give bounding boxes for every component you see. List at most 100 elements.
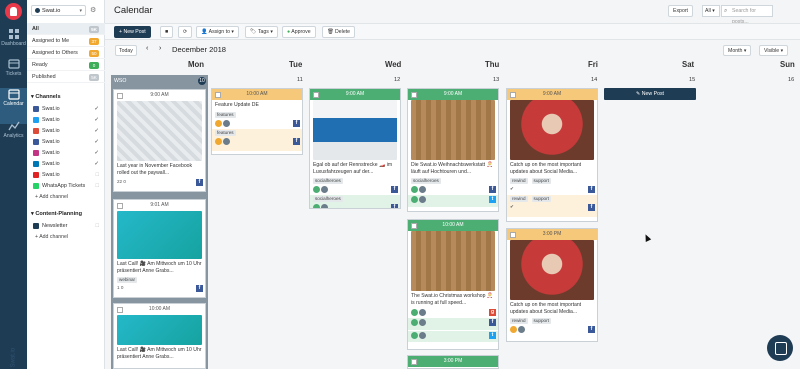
card-checkbox[interactable] bbox=[411, 222, 417, 229]
brand-watermark: Swat.io bbox=[10, 347, 17, 368]
visible-select[interactable]: Visible ▾ bbox=[759, 45, 789, 56]
refresh-button[interactable]: ⟳ bbox=[178, 26, 193, 38]
account-switcher[interactable]: Swat.io ▾ bbox=[31, 5, 86, 16]
card-checkbox[interactable] bbox=[117, 202, 123, 209]
gear-icon[interactable]: ⚙ bbox=[90, 6, 96, 14]
post-tag[interactable]: support bbox=[531, 318, 551, 324]
filter-assigned-to-me[interactable]: Assigned to Me 37 bbox=[27, 35, 105, 47]
checkmark-icon[interactable]: ✓ bbox=[94, 159, 99, 170]
scope-select[interactable]: All ▾ bbox=[702, 5, 720, 17]
dashboard-icon bbox=[8, 29, 19, 39]
checkmark-icon[interactable]: ✓ bbox=[94, 148, 99, 159]
rail-analytics[interactable]: Analytics bbox=[0, 120, 27, 156]
channel-label: Swat.io bbox=[42, 117, 60, 123]
day-number: 11 bbox=[297, 77, 303, 83]
channel-item[interactable]: Swat.io ✓ bbox=[33, 159, 101, 170]
tags-button[interactable]: 🏷 Tags ▾ bbox=[245, 26, 278, 38]
checkbox-empty[interactable]: □ bbox=[96, 170, 99, 181]
search-input[interactable]: Search for posts... bbox=[721, 5, 773, 25]
day-number: 15 bbox=[689, 77, 696, 83]
new-post-label: New Post bbox=[123, 29, 146, 35]
card-checkbox-checked[interactable] bbox=[510, 91, 516, 98]
planning-item[interactable]: Newsletter □ bbox=[33, 221, 101, 232]
channel-item[interactable]: Swat.io □ bbox=[33, 170, 101, 181]
chat-widget-button[interactable] bbox=[767, 335, 793, 361]
post-tag[interactable]: support bbox=[531, 178, 551, 184]
post-card[interactable]: 3:00 PM bbox=[407, 355, 499, 369]
status-avatar bbox=[411, 309, 418, 316]
post-card[interactable]: 9:00 AM Die Swat.io Weihnachtswerkstatt … bbox=[407, 88, 499, 212]
swatio-logo[interactable] bbox=[5, 3, 22, 20]
post-tag[interactable]: support bbox=[531, 196, 551, 202]
post-card[interactable]: 9:00 AM Last year in November Facebook r… bbox=[113, 89, 206, 192]
new-post-button[interactable]: + New Post bbox=[114, 26, 151, 38]
assign-to-button[interactable]: 👤 Assign to ▾ bbox=[196, 26, 240, 38]
checkbox-empty[interactable]: □ bbox=[96, 181, 99, 192]
delete-button[interactable]: 🗑 Delete bbox=[322, 26, 356, 38]
checkbox-empty[interactable]: □ bbox=[96, 221, 99, 232]
channel-item[interactable]: Swat.io ✓ bbox=[33, 126, 101, 137]
channel-item[interactable]: Swat.io ✓ bbox=[33, 115, 101, 126]
post-tag[interactable]: rewind bbox=[510, 178, 528, 184]
post-tag[interactable]: rewind bbox=[510, 196, 528, 202]
card-checkbox[interactable] bbox=[313, 91, 319, 98]
post-variant[interactable]: features f bbox=[212, 128, 302, 151]
card-checkbox[interactable] bbox=[117, 306, 123, 313]
sat-new-post-button[interactable]: ✎ New Post bbox=[604, 88, 696, 100]
add-channel-link[interactable]: + Add channel bbox=[35, 194, 68, 200]
post-tag[interactable]: webinar bbox=[117, 277, 138, 283]
approve-button[interactable]: ● Approve bbox=[282, 26, 316, 38]
post-variant[interactable]: rewind support ✔ f bbox=[507, 195, 597, 217]
post-image bbox=[411, 231, 495, 291]
prev-month-button[interactable]: ‹ bbox=[146, 45, 148, 52]
post-variant[interactable]: t bbox=[408, 195, 498, 207]
post-card[interactable]: 3:00 PM Catch up on the most important u… bbox=[506, 228, 598, 342]
post-text: Feature Update DE bbox=[215, 102, 259, 108]
post-variant[interactable]: socialheroes f bbox=[310, 195, 400, 208]
card-checkbox[interactable] bbox=[411, 358, 417, 365]
channel-item[interactable]: Swat.io ✓ bbox=[33, 137, 101, 148]
post-variant[interactable]: t bbox=[408, 330, 498, 342]
checkmark-icon[interactable]: ✓ bbox=[94, 104, 99, 115]
user-avatar bbox=[419, 309, 426, 316]
view-select[interactable]: Month ▾ bbox=[723, 45, 752, 56]
post-card[interactable]: 10:00 AM Feature Update DE features f fe… bbox=[211, 88, 303, 155]
post-card[interactable]: 9:01 AM Last Call! 🎥 Am Mittwoch um 10 U… bbox=[113, 199, 206, 298]
export-button[interactable]: Export bbox=[668, 5, 693, 17]
card-checkbox[interactable] bbox=[411, 91, 417, 98]
channel-item[interactable]: Swat.io ✓ bbox=[33, 148, 101, 159]
filter-ready[interactable]: Ready 0 bbox=[27, 59, 105, 71]
add-channel-label: Add channel bbox=[39, 194, 69, 200]
rail-calendar[interactable]: Calendar bbox=[0, 88, 27, 124]
post-tag[interactable]: rewind bbox=[510, 318, 528, 324]
tags-label: Tags bbox=[257, 29, 269, 35]
checkmark-icon[interactable]: ✓ bbox=[94, 115, 99, 126]
today-button[interactable]: Today bbox=[115, 45, 137, 56]
card-checkbox[interactable] bbox=[510, 231, 516, 238]
post-tag[interactable]: socialheroes bbox=[313, 196, 343, 202]
filter-assigned-to-others[interactable]: Assigned to Others 50 bbox=[27, 47, 105, 59]
filter-all[interactable]: All 5K bbox=[27, 23, 105, 35]
post-card[interactable]: 9:00 AM Egal ob auf der Rennstrecke 🏎️ i… bbox=[309, 88, 401, 209]
post-card[interactable]: 10:00 AM The Swat.io Christmas workshop … bbox=[407, 219, 499, 350]
card-checkbox[interactable] bbox=[215, 91, 221, 98]
post-tag[interactable]: features bbox=[215, 111, 236, 118]
post-tag[interactable]: socialheroes bbox=[411, 178, 441, 184]
filter-published[interactable]: Published 5K bbox=[27, 71, 105, 83]
post-time: 10:00 AM bbox=[246, 91, 268, 97]
checkmark-icon[interactable]: ✓ bbox=[94, 126, 99, 137]
next-month-button[interactable]: › bbox=[159, 45, 161, 52]
post-card[interactable]: 9:00 AM Catch up on the most important u… bbox=[506, 88, 598, 222]
select-all-button[interactable]: ■ bbox=[160, 26, 174, 38]
post-variant[interactable]: f bbox=[408, 318, 498, 330]
facebook-icon: f bbox=[588, 326, 595, 333]
channel-item[interactable]: Swat.io ✓ bbox=[33, 104, 101, 115]
add-planning-channel-link[interactable]: + Add channel bbox=[35, 234, 68, 240]
user-avatar bbox=[321, 186, 328, 193]
checkmark-icon[interactable]: ✓ bbox=[94, 137, 99, 148]
channel-item[interactable]: WhatsApp Tickets □ bbox=[33, 181, 101, 192]
post-tag[interactable]: features bbox=[215, 129, 236, 136]
card-checkbox[interactable] bbox=[117, 92, 123, 99]
post-card[interactable]: 10:00 AM Last Call! 🎥 Am Mittwoch um 10 … bbox=[113, 303, 206, 369]
post-tag[interactable]: socialheroes bbox=[313, 178, 343, 184]
